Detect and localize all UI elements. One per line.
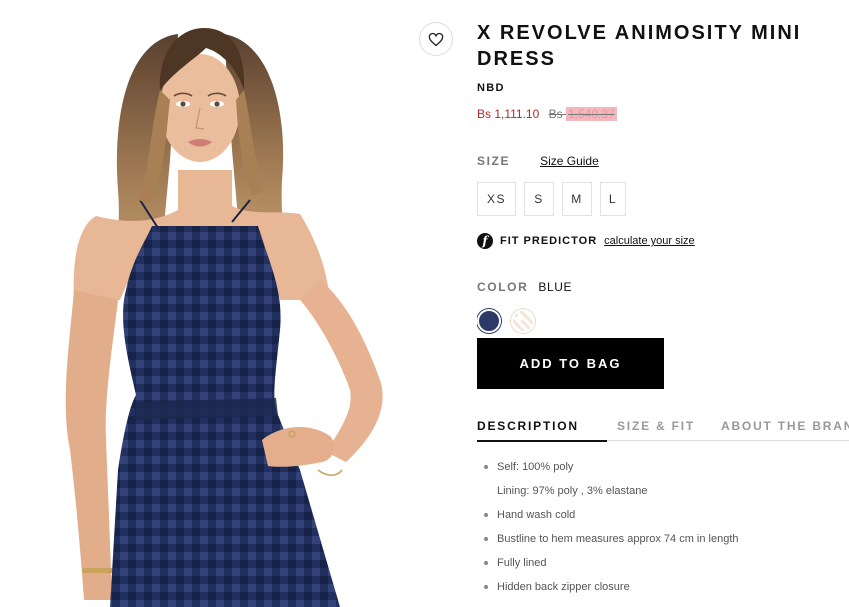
calculate-size-link[interactable]: calculate your size bbox=[604, 235, 695, 247]
product-details: X REVOLVE ANIMOSITY MINI DRESS NBD Bs 1,… bbox=[477, 0, 849, 607]
size-option-m[interactable]: M bbox=[562, 182, 592, 216]
bullet bbox=[484, 585, 488, 589]
size-option-xs[interactable]: XS bbox=[477, 182, 516, 216]
description-text: Self: 100% poly bbox=[497, 461, 574, 473]
wishlist-button[interactable] bbox=[419, 22, 453, 56]
description-text: Lining: 97% poly , 3% elastane bbox=[497, 485, 648, 497]
size-guide-link[interactable]: Size Guide bbox=[540, 154, 599, 168]
list-item: Bustline to hem measures approx 74 cm in… bbox=[477, 527, 849, 551]
product-image bbox=[0, 0, 470, 607]
fit-predictor-label: FIT PREDICTOR bbox=[500, 235, 598, 247]
bullet bbox=[484, 465, 488, 469]
bullet bbox=[484, 561, 488, 565]
color-header: COLOR BLUE bbox=[477, 280, 572, 294]
fit-predictor: f FIT PREDICTOR calculate your size bbox=[477, 233, 695, 249]
description-text: Hand wash cold bbox=[497, 509, 576, 521]
description-text: Hidden back zipper closure bbox=[497, 581, 630, 593]
tab-size-and-fit[interactable]: SIZE & FIT bbox=[617, 419, 695, 440]
color-label: COLOR bbox=[477, 280, 529, 294]
heart-outline-icon bbox=[428, 32, 444, 46]
list-item: Self: 100% poly bbox=[477, 455, 849, 479]
description-list: Self: 100% poly Lining: 97% poly , 3% el… bbox=[477, 455, 849, 599]
original-price-amount: 1,540.37 bbox=[565, 107, 617, 121]
description-text: Bustline to hem measures approx 74 cm in… bbox=[497, 533, 739, 545]
color-swatches bbox=[477, 309, 545, 333]
color-swatch-cream[interactable] bbox=[511, 309, 535, 333]
product-title: X REVOLVE ANIMOSITY MINI DRESS bbox=[477, 22, 802, 70]
color-swatch-blue[interactable] bbox=[477, 309, 501, 333]
bullet bbox=[484, 537, 488, 541]
size-option-s[interactable]: S bbox=[524, 182, 554, 216]
size-label: SIZE bbox=[477, 154, 511, 168]
add-to-bag-button[interactable]: ADD TO BAG bbox=[477, 338, 664, 389]
description-text: Fully lined bbox=[497, 557, 547, 569]
list-item: Lining: 97% poly , 3% elastane bbox=[477, 479, 849, 503]
tab-description[interactable]: DESCRIPTION bbox=[477, 419, 607, 442]
size-options: XS S M L bbox=[477, 182, 634, 216]
product-info-tabs: DESCRIPTION SIZE & FIT ABOUT THE BRAND bbox=[477, 412, 849, 442]
brand-name[interactable]: NBD bbox=[477, 82, 505, 94]
selected-color-name: BLUE bbox=[538, 280, 573, 294]
list-item: Hidden back zipper closure bbox=[477, 575, 849, 599]
sale-price: Bs 1,111.10 bbox=[477, 107, 540, 121]
model-photo bbox=[65, 28, 383, 607]
original-price-currency: Bs bbox=[548, 107, 563, 121]
list-item: Hand wash cold bbox=[477, 503, 849, 527]
size-option-l[interactable]: L bbox=[600, 182, 626, 216]
original-price: Bs 1,540.37 bbox=[549, 107, 617, 121]
size-header: SIZE Size Guide bbox=[477, 154, 599, 168]
bullet bbox=[484, 513, 488, 517]
list-item: Fully lined bbox=[477, 551, 849, 575]
tab-about-the-brand[interactable]: ABOUT THE BRAND bbox=[721, 419, 849, 440]
price-row: Bs 1,111.10 Bs 1,540.37 bbox=[477, 107, 617, 121]
fit-predictor-logo-icon: f bbox=[477, 233, 493, 249]
